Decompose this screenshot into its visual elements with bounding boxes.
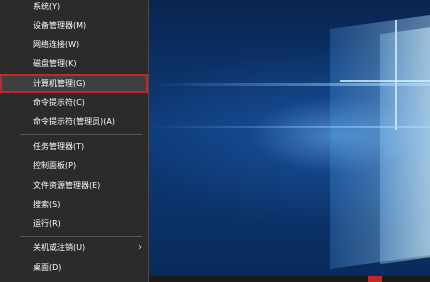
menu-item-label: 运行(R) (33, 219, 61, 228)
wallpaper-frame-line (340, 80, 430, 82)
menu-item-system[interactable]: 系统(Y) (0, 0, 148, 16)
taskbar-highlight (368, 276, 382, 282)
menu-item-label: 控制面板(P) (33, 161, 77, 170)
menu-item-task-manager[interactable]: 任务管理器(T) (0, 137, 148, 156)
menu-item-label: 网络连接(W) (33, 40, 80, 49)
menu-item-label: 文件资源管理器(E) (33, 181, 101, 190)
menu-item-search[interactable]: 搜索(S) (0, 195, 148, 214)
menu-item-label: 关机或注销(U) (33, 243, 86, 252)
wallpaper-window-light-pane (380, 25, 430, 265)
menu-item-label: 桌面(D) (33, 263, 62, 272)
menu-item-run[interactable]: 运行(R) (0, 214, 148, 233)
menu-item-label: 系统(Y) (33, 2, 61, 11)
menu-item-label: 命令提示符(管理员)(A) (33, 117, 115, 126)
menu-separator (20, 236, 142, 237)
menu-item-computer-management[interactable]: 计算机管理(G) (0, 74, 148, 93)
menu-item-label: 搜索(S) (33, 200, 61, 209)
chevron-right-icon: › (138, 242, 142, 253)
wallpaper-light-beam (150, 126, 430, 128)
menu-separator (20, 134, 142, 135)
winx-quick-link-menu: 系统(Y) 设备管理器(M) 网络连接(W) 磁盘管理(K) 计算机管理(G) … (0, 0, 149, 282)
menu-item-file-explorer[interactable]: 文件资源管理器(E) (0, 176, 148, 195)
menu-item-command-prompt-admin[interactable]: 命令提示符(管理员)(A) (0, 112, 148, 131)
menu-item-disk-management[interactable]: 磁盘管理(K) (0, 54, 148, 73)
menu-item-control-panel[interactable]: 控制面板(P) (0, 156, 148, 175)
menu-item-label: 设备管理器(M) (33, 21, 87, 30)
menu-item-device-manager[interactable]: 设备管理器(M) (0, 16, 148, 35)
menu-item-label: 计算机管理(G) (33, 79, 86, 88)
wallpaper-frame-line (395, 20, 397, 130)
menu-item-label: 磁盘管理(K) (33, 59, 77, 68)
menu-item-shutdown-signout[interactable]: 关机或注销(U) › (0, 238, 148, 257)
menu-item-label: 任务管理器(T) (33, 142, 85, 151)
menu-item-command-prompt[interactable]: 命令提示符(C) (0, 93, 148, 112)
menu-item-network-connections[interactable]: 网络连接(W) (0, 35, 148, 54)
wallpaper-light-beam (150, 83, 430, 86)
menu-item-desktop[interactable]: 桌面(D) (0, 258, 148, 277)
menu-item-label: 命令提示符(C) (33, 98, 85, 107)
